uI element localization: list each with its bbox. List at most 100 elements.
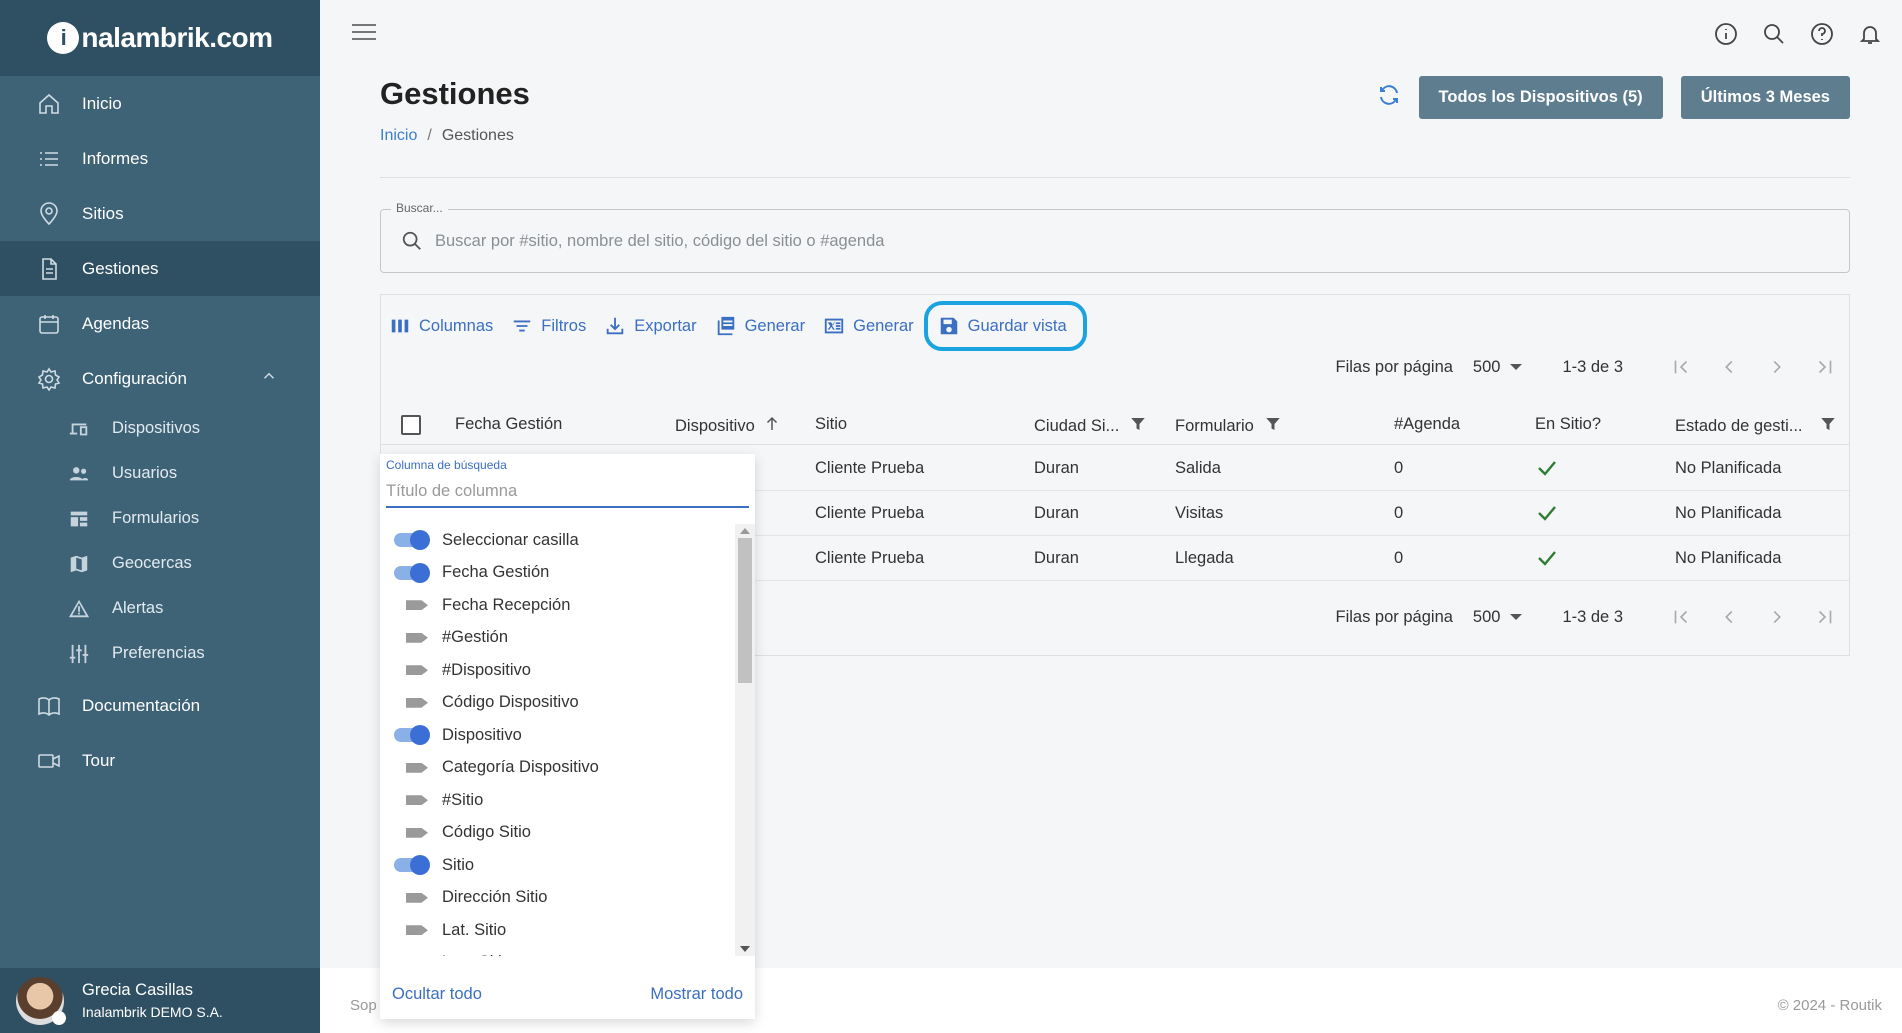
scroll-down-arrow-icon[interactable]	[740, 946, 750, 952]
sidebar-item-configuracion[interactable]: Configuración	[0, 351, 320, 406]
column-toggle-item[interactable]: Lat. Sitio	[380, 914, 735, 947]
column-toggle-label: Fecha Gestión	[442, 563, 550, 582]
column-header-dispositivo[interactable]: Dispositivo	[675, 415, 781, 438]
filter-icon[interactable]	[1809, 415, 1837, 438]
prev-page-icon[interactable]	[1705, 606, 1753, 628]
column-toggle-item[interactable]: Dispositivo	[380, 719, 735, 752]
column-toggle-item[interactable]: Fecha Recepción	[380, 589, 735, 622]
sort-arrow-up-icon[interactable]	[755, 415, 781, 438]
cell-ciudad: Duran	[1034, 459, 1079, 477]
sidebar-item-documentacion[interactable]: Documentación	[0, 678, 320, 733]
generate-pdf-button[interactable]: Generar	[713, 311, 808, 341]
column-toggle-item[interactable]: Código Dispositivo	[380, 687, 735, 720]
toggle-switch[interactable]	[406, 632, 428, 643]
column-header-en-sitio[interactable]: En Sitio?	[1535, 415, 1601, 434]
period-filter-button[interactable]: Últimos 3 Meses	[1680, 76, 1850, 119]
column-header-sitio[interactable]: Sitio	[815, 415, 847, 434]
user-profile[interactable]: Grecia Casillas Inalambrik DEMO S.A.	[0, 968, 320, 1033]
help-icon[interactable]	[1810, 22, 1834, 51]
home-icon	[36, 91, 62, 117]
table-header: Fecha Gestión Dispositivo Sitio Ciudad S…	[381, 405, 1849, 445]
cell-agenda: 0	[1394, 459, 1404, 477]
sidebar-item-formularios[interactable]: Formularios	[0, 496, 320, 541]
column-toggle-item[interactable]: Dirección Sitio	[380, 882, 735, 915]
column-header-fecha-gestion[interactable]: Fecha Gestión	[455, 415, 562, 434]
column-toggle-item[interactable]: #Gestión	[380, 622, 735, 655]
toggle-switch[interactable]	[394, 562, 430, 583]
filter-icon[interactable]	[1254, 415, 1282, 438]
rows-per-page-select[interactable]: 500	[1473, 358, 1523, 377]
toggle-switch[interactable]	[406, 697, 428, 708]
sidebar-item-preferencias[interactable]: Preferencias	[0, 631, 320, 676]
generate-excel-button[interactable]: Generar	[821, 311, 916, 341]
toggle-switch[interactable]	[394, 530, 430, 551]
scroll-up-arrow-icon[interactable]	[740, 528, 750, 534]
breadcrumb-home-link[interactable]: Inicio	[380, 127, 417, 144]
bell-icon[interactable]	[1858, 22, 1882, 51]
next-page-icon[interactable]	[1753, 356, 1801, 378]
first-page-icon[interactable]	[1657, 606, 1705, 628]
save-view-button[interactable]: Guardar vista	[923, 301, 1087, 351]
sidebar-item-gestiones[interactable]: Gestiones	[0, 241, 320, 296]
toggle-switch[interactable]	[394, 855, 430, 876]
show-all-button[interactable]: Mostrar todo	[650, 985, 743, 1004]
column-search-input[interactable]	[386, 476, 749, 508]
select-all-checkbox[interactable]	[401, 415, 421, 435]
column-toggle-label: Código Sitio	[442, 823, 531, 842]
sidebar-item-tour[interactable]: Tour	[0, 733, 320, 788]
last-page-icon[interactable]	[1801, 606, 1849, 628]
check-icon	[1535, 456, 1559, 485]
prev-page-icon[interactable]	[1705, 356, 1753, 378]
refresh-icon[interactable]	[1377, 83, 1401, 112]
toggle-switch[interactable]	[406, 892, 428, 903]
sidebar-item-agendas[interactable]: Agendas	[0, 296, 320, 351]
toggle-switch[interactable]	[406, 600, 428, 611]
column-toggle-item[interactable]: Seleccionar casilla	[380, 524, 735, 557]
column-header-agenda[interactable]: #Agenda	[1394, 415, 1460, 434]
first-page-icon[interactable]	[1657, 356, 1705, 378]
filters-button[interactable]: Filtros	[509, 311, 588, 341]
sidebar-item-inicio[interactable]: Inicio	[0, 76, 320, 131]
filter-icon[interactable]	[1119, 415, 1147, 438]
scrollbar[interactable]	[735, 524, 755, 956]
sidebar-item-alertas[interactable]: Alertas	[0, 586, 320, 631]
column-header-estado[interactable]: Estado de gesti...	[1675, 415, 1837, 438]
search-input[interactable]	[435, 226, 1815, 256]
toggle-switch[interactable]	[406, 827, 428, 838]
search-field[interactable]: Buscar...	[380, 201, 1850, 273]
sidebar-item-sitios[interactable]: Sitios	[0, 186, 320, 241]
column-toggle-item[interactable]: Fecha Gestión	[380, 557, 735, 590]
search-icon[interactable]	[1762, 22, 1786, 51]
last-page-icon[interactable]	[1801, 356, 1849, 378]
hide-all-button[interactable]: Ocultar todo	[392, 985, 482, 1004]
toggle-switch[interactable]	[406, 762, 428, 773]
toggle-switch[interactable]	[394, 725, 430, 746]
sliders-icon	[66, 642, 92, 666]
hamburger-menu-icon[interactable]	[352, 24, 376, 44]
column-header-ciudad[interactable]: Ciudad Si...	[1034, 415, 1147, 438]
sidebar-item-informes[interactable]: Informes	[0, 131, 320, 186]
columns-button[interactable]: Columnas	[387, 311, 495, 341]
export-button[interactable]: Exportar	[602, 311, 698, 341]
devices-filter-button[interactable]: Todos los Dispositivos (5)	[1418, 76, 1663, 119]
scrollbar-thumb[interactable]	[738, 538, 752, 683]
sidebar-item-dispositivos[interactable]: Dispositivos	[0, 406, 320, 451]
toggle-switch[interactable]	[406, 925, 428, 936]
column-toggle-item[interactable]: Sitio	[380, 849, 735, 882]
toggle-switch[interactable]	[406, 795, 428, 806]
column-toggle-item[interactable]: #Dispositivo	[380, 654, 735, 687]
brand-logo[interactable]: i nalambrik.com	[47, 22, 273, 54]
toggle-switch[interactable]	[406, 665, 428, 676]
column-toggle-item[interactable]: Código Sitio	[380, 817, 735, 850]
chevron-up-icon[interactable]	[260, 367, 278, 390]
rows-per-page-select[interactable]: 500	[1473, 608, 1523, 627]
info-icon[interactable]	[1714, 22, 1738, 51]
next-page-icon[interactable]	[1753, 606, 1801, 628]
sidebar-item-usuarios[interactable]: Usuarios	[0, 451, 320, 496]
column-header-formulario[interactable]: Formulario	[1175, 415, 1282, 438]
sidebar-item-geocercas[interactable]: Geocercas	[0, 541, 320, 586]
column-toggle-item[interactable]: #Sitio	[380, 784, 735, 817]
column-toggle-item[interactable]: Lon. Sitio	[380, 947, 735, 956]
column-toggle-item[interactable]: Categoría Dispositivo	[380, 752, 735, 785]
column-toggle-label: Seleccionar casilla	[442, 530, 579, 549]
